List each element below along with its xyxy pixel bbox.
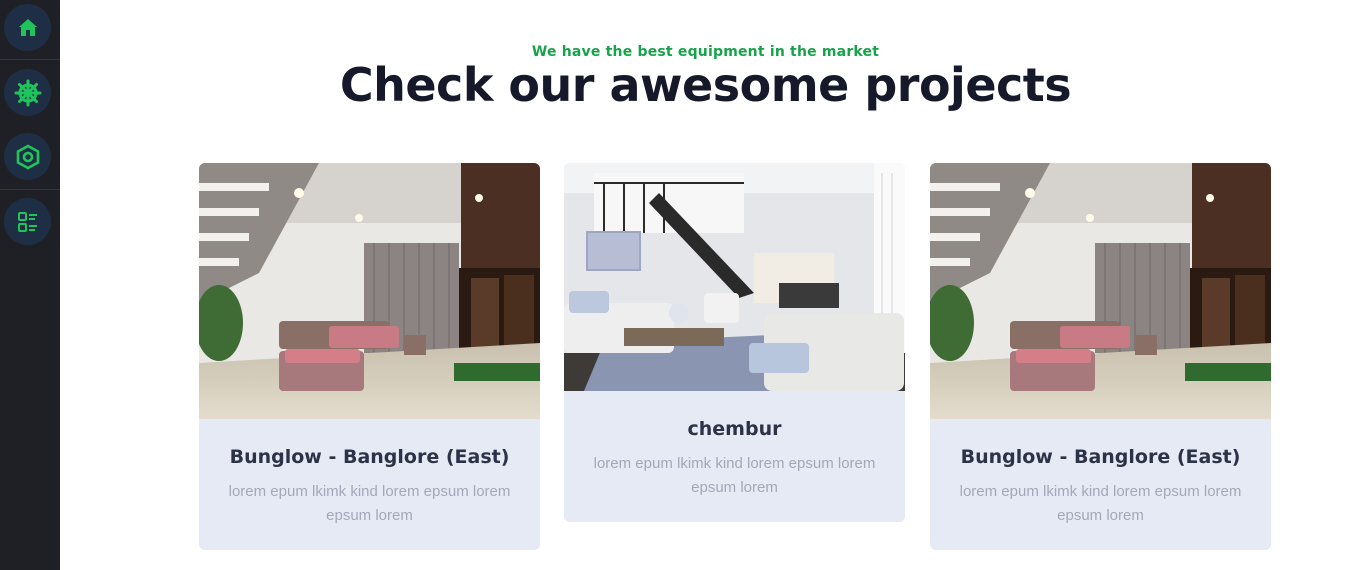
project-description: lorem epum lkimk kind lorem epsum lorem … <box>959 483 1242 524</box>
project-description: lorem epum lkimk kind lorem epsum lorem … <box>228 483 511 524</box>
project-card[interactable]: chembur lorem epum lkimk kind lorem epsu… <box>564 163 905 522</box>
project-title: Bunglow - Banglore (East) <box>229 446 510 468</box>
sidebar-item-home[interactable] <box>4 4 51 51</box>
home-icon <box>18 18 37 36</box>
project-description: lorem epum lkimk kind lorem epsum lorem … <box>593 455 876 496</box>
sidebar-item-dashboard[interactable] <box>4 198 51 245</box>
sidebar-item-projects[interactable] <box>4 69 51 116</box>
hexagon-icon <box>16 144 39 169</box>
project-image <box>199 163 540 419</box>
project-image <box>564 163 905 391</box>
sidebar-divider <box>0 189 60 190</box>
sidebar <box>0 0 60 570</box>
list-icon <box>17 211 37 232</box>
project-image <box>930 163 1271 419</box>
project-title: Bunglow - Banglore (East) <box>960 446 1241 468</box>
project-title: chembur <box>687 418 782 440</box>
sidebar-item-services[interactable] <box>4 133 51 180</box>
project-card[interactable]: Bunglow - Banglore (East) lorem epum lki… <box>930 163 1271 550</box>
helm-icon <box>14 79 41 106</box>
sidebar-divider <box>0 59 60 60</box>
section-title: Check our awesome projects <box>339 58 1072 112</box>
project-card[interactable]: Bunglow - Banglore (East) lorem epum lki… <box>199 163 540 550</box>
